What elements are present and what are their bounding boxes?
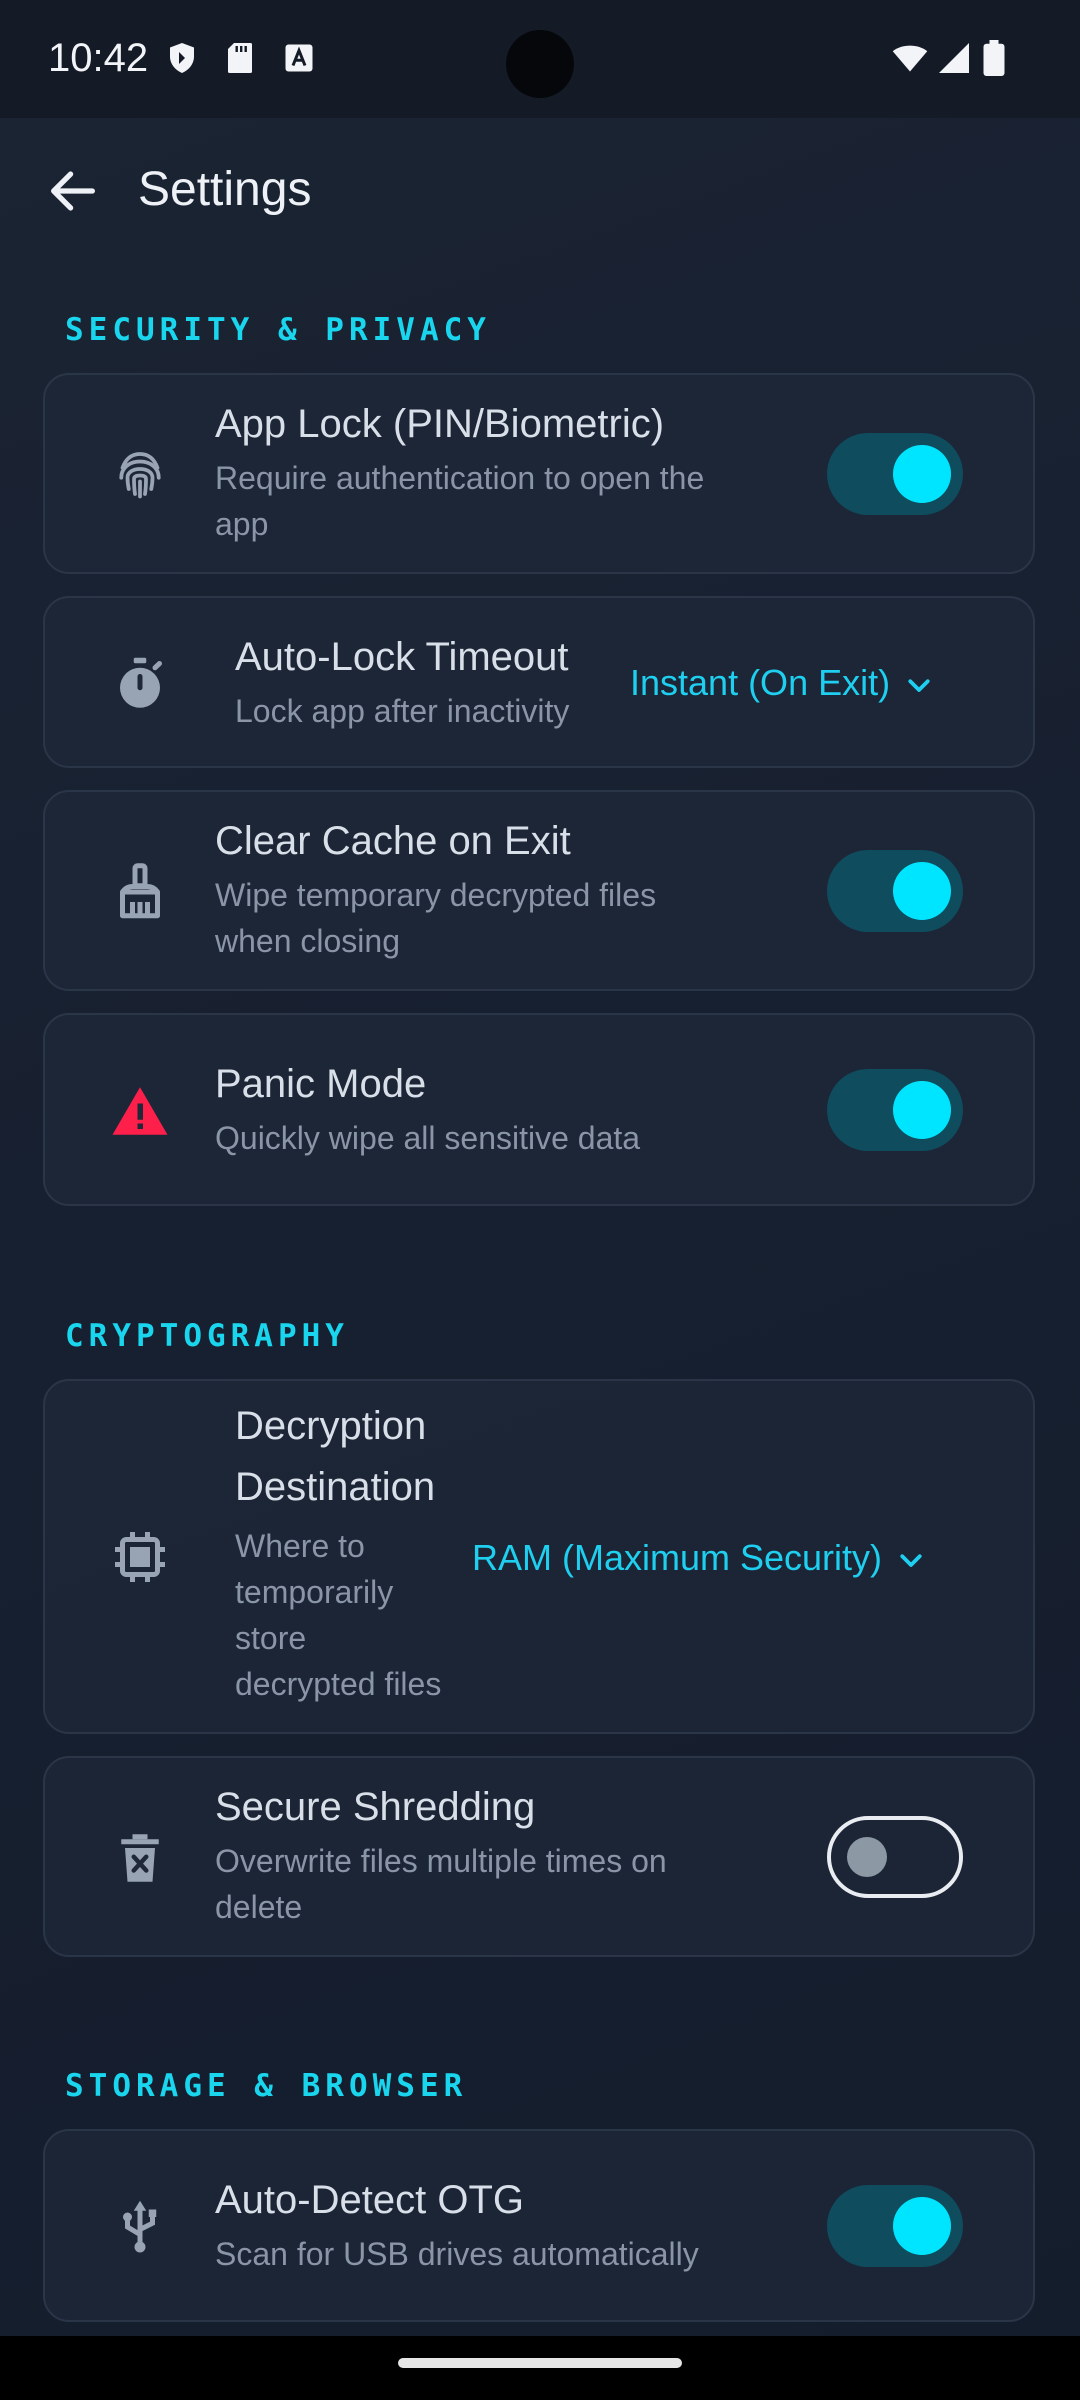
setting-title: App Lock (PIN/Biometric) — [215, 402, 665, 446]
setting-title: Panic Mode — [215, 1062, 427, 1106]
shield-status-icon — [170, 43, 194, 73]
setting-clear-cache[interactable]: Clear Cache on Exit Wipe temporary decry… — [43, 790, 1035, 991]
setting-description-line: app — [215, 506, 269, 542]
chevron-down-icon — [908, 679, 930, 693]
setting-title: Secure Shredding — [215, 1785, 536, 1829]
app-bar: Settings — [0, 118, 1080, 258]
secure-shredding-toggle[interactable] — [827, 1816, 963, 1898]
dropdown-value: RAM (Maximum Security) — [472, 1537, 883, 1578]
status-time: 10:42 — [48, 36, 149, 80]
front-camera — [506, 30, 574, 98]
dropdown-value: Instant (On Exit) — [630, 662, 891, 703]
setting-description-line: Overwrite files multiple times on — [215, 1843, 667, 1879]
setting-description: Quickly wipe all sensitive data — [215, 1120, 641, 1156]
setting-description-line: when closing — [215, 923, 400, 959]
home-gesture-handle[interactable] — [398, 2358, 682, 2368]
setting-app-lock[interactable]: App Lock (PIN/Biometric) Require authent… — [43, 373, 1035, 574]
section-header-cryptography: CRYPTOGRAPHY — [65, 1318, 349, 1354]
auto-detect-otg-toggle[interactable] — [827, 2185, 963, 2267]
page-title: Settings — [138, 163, 312, 216]
setting-title: Clear Cache on Exit — [215, 819, 571, 863]
auto-lock-timeout-dropdown[interactable]: Instant (On Exit) — [630, 662, 934, 704]
setting-description-line: store — [235, 1620, 307, 1656]
chip-icon — [115, 1532, 165, 1582]
setting-title-line: Destination — [235, 1465, 436, 1509]
decryption-destination-dropdown[interactable]: RAM (Maximum Security) — [472, 1537, 926, 1579]
setting-description: Lock app after inactivity — [235, 693, 570, 729]
usb-icon — [123, 2200, 157, 2253]
font-status-icon — [285, 44, 313, 72]
navigation-bar — [0, 2336, 1080, 2400]
toggle-knob — [893, 1081, 951, 1139]
signal-icon — [939, 43, 969, 73]
setting-decryption-destination[interactable]: Decryption Destination Where to temporar… — [43, 1379, 1035, 1734]
setting-auto-detect-otg[interactable]: Auto-Detect OTG Scan for USB drives auto… — [43, 2129, 1035, 2322]
setting-description-line: decrypted files — [235, 1666, 442, 1702]
setting-title: Auto-Lock Timeout — [235, 635, 569, 679]
back-arrow-icon[interactable] — [44, 162, 102, 220]
timer-icon — [120, 657, 162, 708]
setting-secure-shredding[interactable]: Secure Shredding Overwrite files multipl… — [43, 1756, 1035, 1957]
section-header-storage: STORAGE & BROWSER — [65, 2068, 468, 2104]
setting-description-line: delete — [215, 1889, 303, 1925]
setting-title-line: Decryption — [235, 1404, 427, 1448]
toggle-knob — [893, 2197, 951, 2255]
clear-cache-toggle[interactable] — [827, 850, 963, 932]
section-header-security: SECURITY & PRIVACY — [65, 312, 491, 348]
toggle-knob — [893, 862, 951, 920]
warning-icon — [112, 1087, 168, 1135]
setting-description-line: Where to — [235, 1528, 365, 1564]
panic-mode-toggle[interactable] — [827, 1069, 963, 1151]
status-bar: 10:42 — [0, 0, 1080, 118]
app-lock-toggle[interactable] — [827, 433, 963, 515]
toggle-knob — [847, 1837, 887, 1877]
setting-description-line: Require authentication to open the — [215, 460, 705, 496]
chevron-down-icon — [900, 1554, 922, 1568]
toggle-knob — [893, 445, 951, 503]
broom-icon — [120, 863, 160, 919]
sd-card-icon — [228, 43, 252, 73]
setting-description-line: Wipe temporary decrypted files — [215, 877, 657, 913]
fingerprint-icon — [119, 452, 161, 499]
setting-description-line: temporarily — [235, 1574, 394, 1610]
setting-panic-mode[interactable]: Panic Mode Quickly wipe all sensitive da… — [43, 1013, 1035, 1206]
battery-icon — [983, 40, 1005, 76]
trash-x-icon — [121, 1834, 159, 1882]
wifi-icon — [892, 45, 928, 72]
setting-title: Auto-Detect OTG — [215, 2178, 524, 2222]
setting-description: Scan for USB drives automatically — [215, 2236, 699, 2272]
setting-auto-lock-timeout[interactable]: Auto-Lock Timeout Lock app after inactiv… — [43, 596, 1035, 768]
